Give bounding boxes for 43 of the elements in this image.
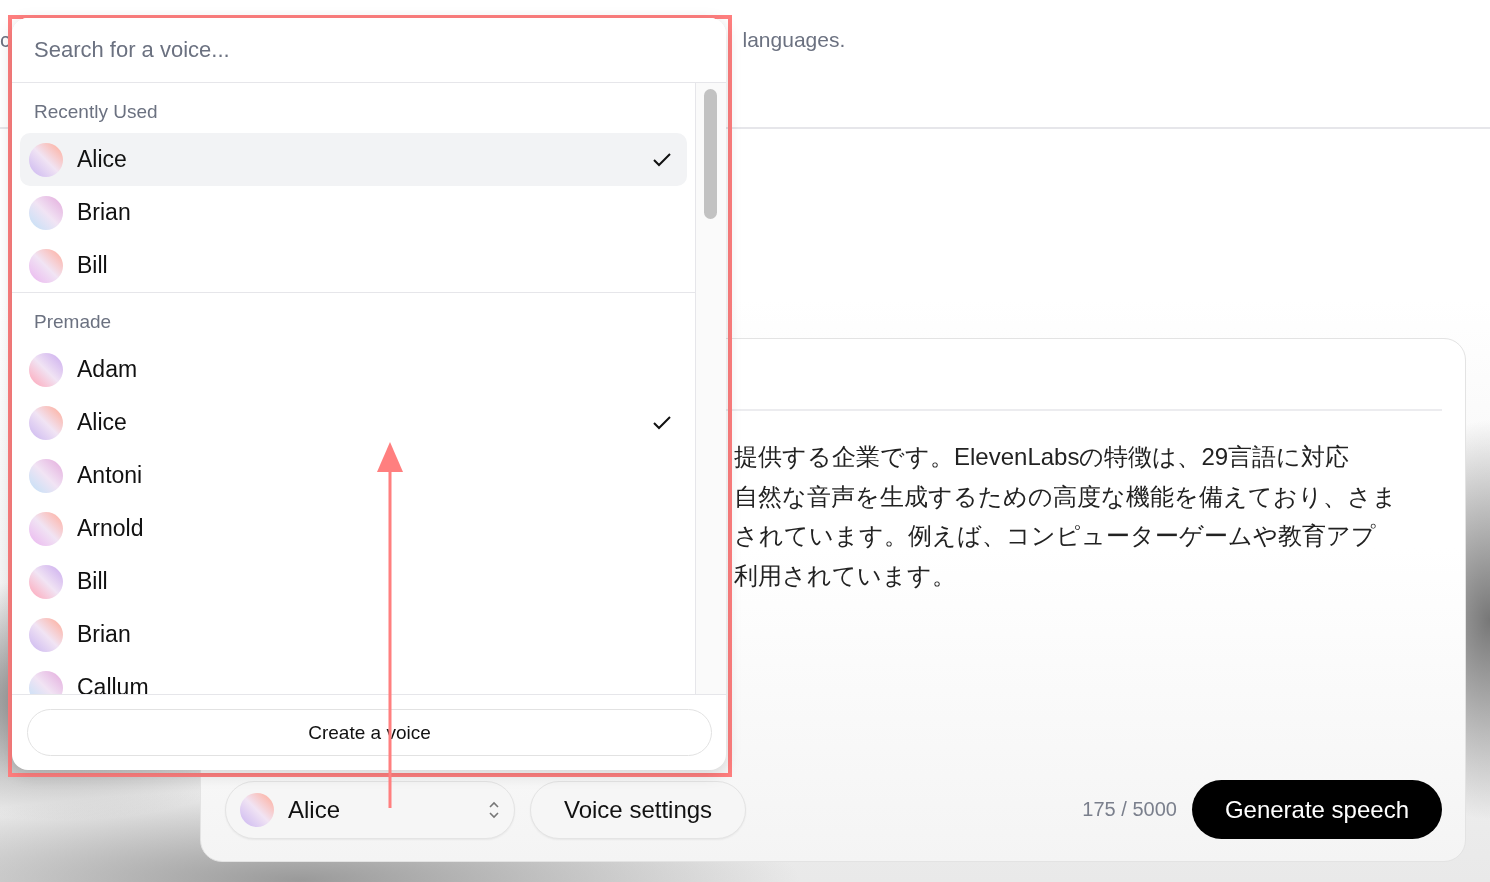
text-line: 提供する企業です。ElevenLabsの特徴は、29言語に対応 [734,442,1351,472]
voice-avatar-icon [29,511,63,546]
voice-avatar-icon [29,458,63,493]
voice-avatar-icon [29,142,63,177]
group-heading: Premade [33,310,113,334]
voice-name: Arnold [77,515,145,542]
voice-settings-button[interactable]: Voice settings [530,780,747,839]
scrollbar[interactable] [696,83,726,694]
voice-item[interactable]: Adam [20,343,687,396]
voice-avatar-icon [29,405,63,440]
voice-name: Bill [77,568,109,595]
voice-item[interactable]: Brian [20,186,687,239]
voice-item[interactable]: Arnold [20,502,687,555]
group-heading: Recently Used [33,100,159,124]
voice-avatar-icon [29,670,63,694]
voice-name: Alice [77,409,128,436]
voice-name: Alice [77,146,128,173]
voice-item[interactable]: Bill [20,555,687,608]
text-line: 自然な音声を生成するための高度な機能を備えており、さま [734,481,1398,512]
voice-avatar-icon [29,617,63,652]
voice-name: Brian [77,621,132,648]
search-field[interactable]: Search for a voice... [12,18,726,83]
generate-speech-button[interactable]: Generate speech [1191,780,1442,839]
voice-name: Adam [77,356,139,383]
text-line: されています。例えば、コンピューターゲームや教育アプ [734,521,1377,551]
voice-avatar-icon [29,564,63,599]
voice-name: Antoni [77,462,144,489]
voice-item[interactable]: Antoni [20,449,687,502]
voice-avatar-icon [240,792,274,827]
voice-item[interactable]: Alice [20,133,687,186]
voice-name: Bill [77,252,109,279]
voice-item[interactable]: Alice [20,396,687,449]
voice-avatar-icon [29,195,63,230]
voice-selector[interactable]: Alice [225,780,515,839]
chevron-up-down-icon [488,799,500,820]
voice-item[interactable]: Bill [20,239,687,292]
description-text: languages. [742,28,846,52]
voice-avatar-icon [29,352,63,387]
text-line: 利用されています。 [734,560,957,591]
voice-item[interactable]: Brian [20,608,687,661]
voice-avatar-icon [29,248,63,283]
voice-name: Brian [77,199,132,226]
character-count: 175 / 5000 [1082,798,1177,821]
